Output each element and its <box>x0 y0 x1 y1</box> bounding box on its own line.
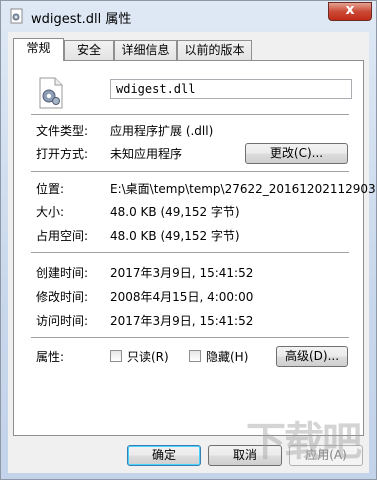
modified-value: 2008年4月15日, 4:00:00 <box>110 290 254 304</box>
created-value: 2017年3月9日, 15:41:52 <box>110 266 254 280</box>
size-on-disk-value: 48.0 KB (49,152 字节) <box>110 229 240 243</box>
file-settings-icon <box>38 77 64 109</box>
readonly-checkbox[interactable] <box>110 350 122 362</box>
size-label: 大小: <box>36 205 65 219</box>
tab-general[interactable]: 常规 <box>13 38 64 61</box>
dialog-body: 常规 安全 详细信息 以前的版本 wdigest.dll 文件类型: 应用程序扩… <box>8 32 376 473</box>
tab-security[interactable]: 安全 <box>64 40 114 60</box>
close-button[interactable]: x <box>328 2 372 21</box>
divider <box>31 252 349 254</box>
opens-with-value: 未知应用程序 <box>110 147 183 161</box>
title-bar[interactable]: wdigest.dll 属性 x <box>1 1 376 31</box>
divider <box>31 337 349 339</box>
tab-previous-versions[interactable]: 以前的版本 <box>177 40 252 60</box>
attributes-label: 属性: <box>36 350 65 364</box>
modified-label: 修改时间: <box>36 290 89 304</box>
divider <box>31 171 349 173</box>
close-icon: x <box>345 2 355 18</box>
location-value: E:\桌面\temp\temp\27622_20161202112903 <box>110 182 376 196</box>
file-name-field[interactable]: wdigest.dll <box>110 79 352 99</box>
hidden-label[interactable]: 隐藏(H) <box>206 348 248 365</box>
location-label: 位置: <box>36 182 65 196</box>
advanced-button[interactable]: 高级(D)... <box>276 346 348 367</box>
opens-with-label: 打开方式: <box>36 147 89 161</box>
ok-button[interactable]: 确定 <box>127 445 201 466</box>
divider <box>31 114 349 116</box>
created-label: 创建时间: <box>36 266 89 280</box>
accessed-label: 访问时间: <box>36 314 89 328</box>
dll-file-icon <box>9 8 25 24</box>
file-type-value: 应用程序扩展 (.dll) <box>110 124 214 138</box>
properties-window: wdigest.dll 属性 x 常规 安全 详细信息 以前的版本 wdiges… <box>0 0 377 480</box>
site-watermark: 下载吧 <box>246 419 362 465</box>
file-type-label: 文件类型: <box>36 124 89 138</box>
accessed-value: 2017年3月9日, 15:41:52 <box>110 314 254 328</box>
size-on-disk-label: 占用空间: <box>36 229 89 243</box>
window-title: wdigest.dll 属性 <box>31 12 132 27</box>
change-button[interactable]: 更改(C)... <box>245 143 348 164</box>
readonly-label[interactable]: 只读(R) <box>127 348 169 365</box>
hidden-checkbox[interactable] <box>189 350 201 362</box>
tab-details[interactable]: 详细信息 <box>114 40 177 60</box>
general-tab-panel: wdigest.dll 文件类型: 应用程序扩展 (.dll) 打开方式: 未知… <box>13 60 376 436</box>
size-value: 48.0 KB (49,152 字节) <box>110 205 240 219</box>
